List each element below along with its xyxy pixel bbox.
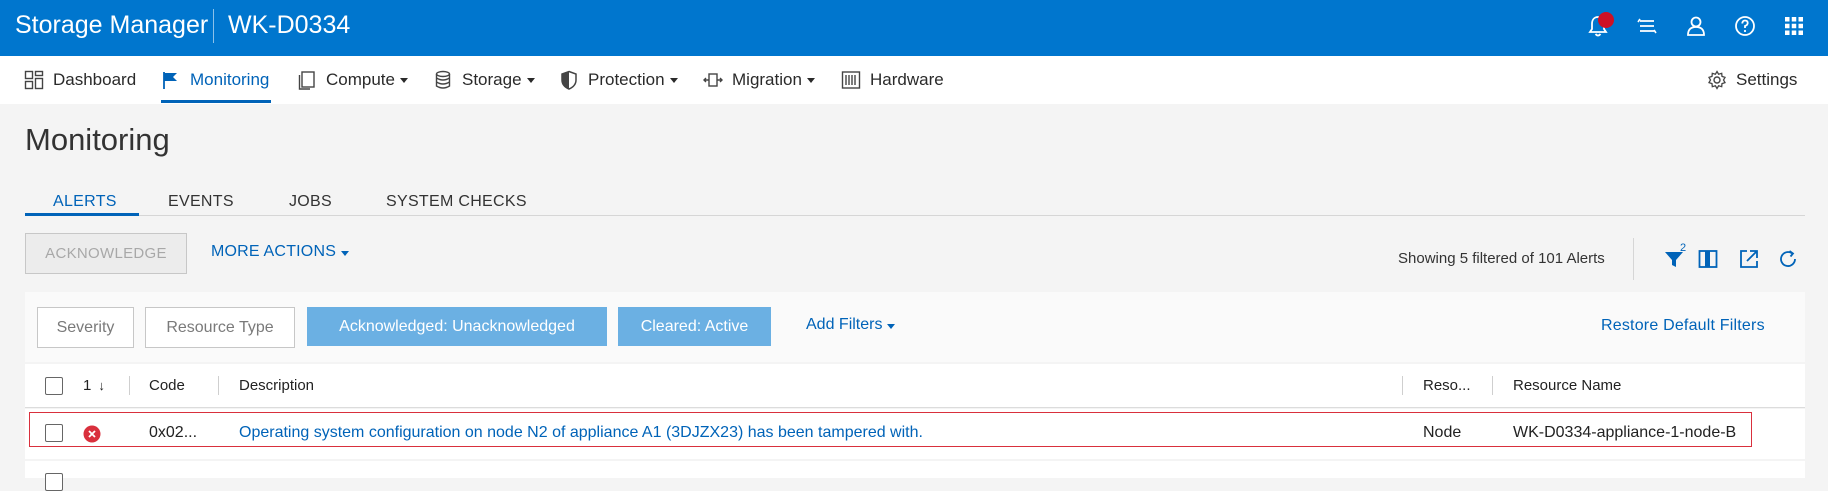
nav-item-monitoring[interactable]: Monitoring [161,56,269,104]
columns-icon[interactable] [1696,247,1720,271]
user-icon[interactable] [1683,13,1709,39]
nav-label: Hardware [870,70,944,89]
database-icon [433,70,453,90]
critical-severity-icon [83,425,101,443]
nav-item-dashboard[interactable]: Dashboard [24,56,136,104]
column-separator[interactable] [129,376,130,395]
apps-grid-icon[interactable] [1781,13,1807,39]
add-filters-label: Add Filters [806,316,883,333]
filter-count-badge: 2 [1680,242,1687,254]
alert-code: 0x02... [149,424,198,441]
chevron-down-icon [806,77,815,83]
tabs-divider [25,215,1805,216]
tab-active-indicator [25,213,139,216]
title-divider [213,9,214,43]
more-actions-label: MORE ACTIONS [211,243,337,260]
dashboard-icon [24,70,44,90]
nav-item-hardware[interactable]: Hardware [841,56,944,104]
notification-dot [1598,12,1614,28]
nav-label: Migration [732,70,802,89]
help-icon[interactable] [1732,13,1758,39]
hardware-icon [841,70,861,90]
migration-icon [703,70,723,90]
sort-arrow-icon: ↓ [98,378,105,393]
nav-item-settings[interactable]: Settings [1707,56,1797,104]
nav-item-storage[interactable]: Storage [433,56,535,104]
more-actions-button[interactable]: MORE ACTIONS [211,243,350,261]
refresh-icon[interactable] [1776,247,1800,271]
system-name: WK-D0334 [228,11,351,39]
sort-indicator[interactable]: 1 ↓ [83,377,105,394]
nav-item-compute[interactable]: Compute [297,56,408,104]
gear-icon [1707,70,1727,90]
flag-icon [161,70,181,90]
restore-default-filters-link[interactable]: Restore Default Filters [1601,317,1765,335]
alert-description-link[interactable]: Operating system configuration on node N… [239,424,923,442]
row-select-checkbox[interactable] [45,473,63,491]
alert-resource-name: WK-D0334-appliance-1-node-B [1513,424,1737,441]
row-select-checkbox[interactable] [45,424,63,442]
tab-alerts[interactable]: ALERTS [53,193,117,211]
chevron-down-icon [341,251,350,256]
column-separator[interactable] [1402,376,1403,395]
nav-label: Compute [326,70,395,89]
chevron-down-icon [669,77,678,83]
nav-item-protection[interactable]: Protection [559,56,678,104]
column-header-code[interactable]: Code [149,377,185,394]
chevron-down-icon [399,77,408,83]
compute-icon [297,70,317,90]
chevron-down-icon [887,324,896,329]
tab-system-checks[interactable]: SYSTEM CHECKS [386,193,527,211]
toolbar-divider [1633,238,1634,280]
chevron-down-icon [526,77,535,83]
results-count: Showing 5 filtered of 101 Alerts [1398,250,1605,267]
tab-jobs[interactable]: JOBS [289,193,332,211]
shield-icon [559,70,579,90]
select-all-checkbox[interactable] [45,377,63,395]
column-separator[interactable] [218,376,219,395]
alert-resource-type: Node [1423,424,1462,441]
nav-label: Dashboard [53,70,137,89]
nav-active-indicator [161,100,271,103]
nav-label: Storage [462,70,522,89]
nav-item-migration[interactable]: Migration [703,56,815,104]
column-header-description[interactable]: Description [239,377,314,394]
top-header-bar: Storage Manager WK-D0334 [0,0,1828,56]
severity-filter[interactable]: Severity [37,307,134,348]
tasks-icon[interactable] [1634,13,1660,39]
column-header-resource-type[interactable]: Reso... [1423,377,1471,394]
resource-type-filter[interactable]: Resource Type [145,307,295,348]
tab-events[interactable]: EVENTS [168,193,234,211]
nav-label: Protection [588,70,665,89]
table-row[interactable] [25,461,1805,478]
settings-label: Settings [1736,70,1798,89]
main-nav: Dashboard Monitoring Compute Storage Pro… [0,56,1828,104]
column-separator[interactable] [1492,376,1493,395]
column-header-resource-name[interactable]: Resource Name [1513,377,1621,394]
add-filters-button[interactable]: Add Filters [806,316,896,334]
page-title: Monitoring [25,122,170,157]
acknowledged-filter[interactable]: Acknowledged: Unacknowledged [307,307,607,346]
app-title: Storage Manager [15,11,209,39]
nav-label: Monitoring [190,70,270,89]
cleared-filter[interactable]: Cleared: Active [618,307,771,346]
export-icon[interactable] [1737,247,1761,271]
acknowledge-button[interactable]: ACKNOWLEDGE [25,233,187,274]
sort-order-label: 1 [83,377,92,394]
